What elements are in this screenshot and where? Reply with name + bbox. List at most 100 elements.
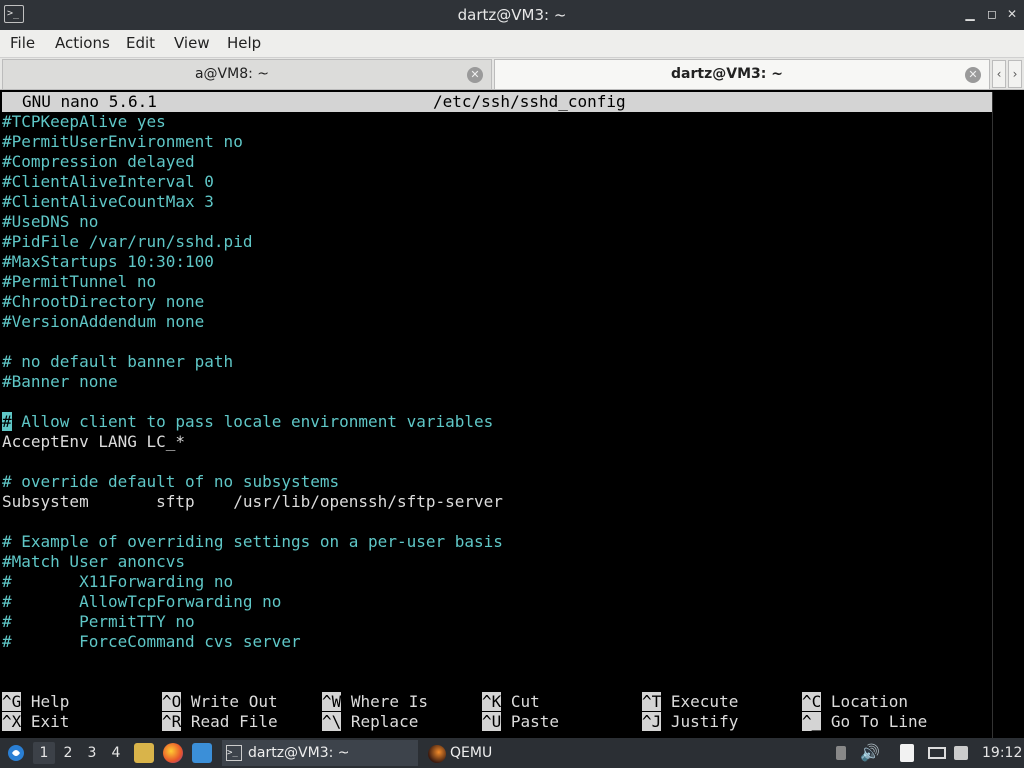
shortcut-label: Execute xyxy=(661,692,739,711)
shortcut-key: ^X xyxy=(2,712,22,731)
tabs-scroll-left-icon[interactable]: ‹ xyxy=(992,60,1006,88)
tab-label: a@VM8: ~ xyxy=(194,66,270,82)
shortcut-label: Location xyxy=(821,692,908,711)
qemu-icon xyxy=(428,745,446,763)
shortcut-item: ^\ Replace xyxy=(322,712,418,732)
editor-line[interactable]: #Match User anoncvs xyxy=(2,552,185,572)
editor-line[interactable]: # PermitTTY no xyxy=(2,612,195,632)
shortcut-item: ^T Execute xyxy=(642,692,738,712)
shortcut-label: Where Is xyxy=(341,692,428,711)
shortcut-key: ^_ xyxy=(802,712,822,731)
shortcut-label: Paste xyxy=(501,712,560,731)
display-icon[interactable] xyxy=(928,738,948,768)
nano-version: GNU nano 5.6.1 xyxy=(22,92,157,111)
window-titlebar: >_ dartz@VM3: ~ ▁ ◻ ✕ xyxy=(0,0,1024,30)
menu-view[interactable]: View xyxy=(174,30,210,58)
editor-line[interactable]: #UseDNS no xyxy=(2,212,98,232)
nano-filename: /etc/ssh/sshd_config xyxy=(433,92,626,111)
shortcut-key: ^T xyxy=(642,692,662,711)
task-qemu[interactable]: QEMU xyxy=(424,740,620,766)
editor-line[interactable]: # Allow client to pass locale environmen… xyxy=(2,412,493,432)
editor-line[interactable]: #Compression delayed xyxy=(2,152,195,172)
window-title: dartz@VM3: ~ xyxy=(457,6,567,24)
editor-line[interactable]: #VersionAddendum none xyxy=(2,312,204,332)
menu-edit[interactable]: Edit xyxy=(126,30,155,58)
editor-line[interactable]: # AllowTcpForwarding no xyxy=(2,592,281,612)
tab-label: dartz@VM3: ~ xyxy=(671,66,783,82)
workspace-3[interactable]: 3 xyxy=(81,742,103,764)
shortcut-item: ^_ Go To Line xyxy=(802,712,927,732)
clock: 19:12 xyxy=(982,745,1023,761)
file-manager-icon[interactable] xyxy=(134,743,154,763)
shortcut-label: Replace xyxy=(341,712,419,731)
editor-line[interactable]: # no default banner path xyxy=(2,352,233,372)
tab-dartz-vm3[interactable]: dartz@VM3: ~ ✕ xyxy=(494,59,990,89)
editor-line[interactable]: #PidFile /var/run/sshd.pid xyxy=(2,232,252,252)
editor-line[interactable]: #PermitUserEnvironment no xyxy=(2,132,243,152)
editor-line[interactable]: Subsystem sftp /usr/lib/openssh/sftp-ser… xyxy=(2,492,503,512)
editor-line-text: Allow client to pass locale environment … xyxy=(11,412,494,431)
menu-file[interactable]: File xyxy=(10,30,35,58)
editor-line[interactable]: #ChrootDirectory none xyxy=(2,292,204,312)
terminal-scrollbar[interactable] xyxy=(992,92,1024,738)
tab-a-vm8[interactable]: a@VM8: ~ ✕ xyxy=(2,59,492,89)
workspace-2[interactable]: 2 xyxy=(57,742,79,764)
firefox-icon[interactable] xyxy=(163,743,183,763)
menu-bar: File Actions Edit View Help xyxy=(0,30,1024,58)
start-menu-icon[interactable] xyxy=(6,738,28,768)
shortcut-label: Read File xyxy=(181,712,278,731)
shortcut-item: ^K Cut xyxy=(482,692,540,712)
shortcut-key: ^W xyxy=(322,692,342,711)
workspace-1[interactable]: 1 xyxy=(33,742,55,764)
tab-close-icon[interactable]: ✕ xyxy=(467,67,483,83)
shortcut-key: ^R xyxy=(162,712,182,731)
close-window-button[interactable]: ✕ xyxy=(1004,6,1020,22)
task-label: QEMU xyxy=(450,745,493,761)
terminal-area[interactable]: GNU nano 5.6.1 /etc/ssh/sshd_config #TCP… xyxy=(0,90,1024,738)
tray-sensor-icon[interactable] xyxy=(836,738,850,768)
shortcut-key: ^C xyxy=(802,692,822,711)
editor-line[interactable]: # X11Forwarding no xyxy=(2,572,233,592)
editor-line[interactable]: #MaxStartups 10:30:100 xyxy=(2,252,214,272)
shortcut-key: ^O xyxy=(162,692,182,711)
taskbar-panel: 1 2 3 4 >_ dartz@VM3: ~ QEMU 🔊 19:12 xyxy=(0,738,1024,768)
network-icon[interactable] xyxy=(954,738,970,768)
shortcut-label: Exit xyxy=(21,712,70,731)
minimize-button[interactable]: ▁ xyxy=(962,6,978,22)
editor-line[interactable]: # Example of overriding settings on a pe… xyxy=(2,532,503,552)
shortcut-key: ^\ xyxy=(322,712,342,731)
shortcut-item: ^O Write Out xyxy=(162,692,278,712)
shortcut-item: ^W Where Is xyxy=(322,692,428,712)
shortcut-key: ^K xyxy=(482,692,502,711)
workspace-4[interactable]: 4 xyxy=(105,742,127,764)
menu-help[interactable]: Help xyxy=(227,30,261,58)
desktop-icon[interactable] xyxy=(192,743,212,763)
shortcut-item: ^G Help xyxy=(2,692,69,712)
editor-line[interactable]: # ForceCommand cvs server xyxy=(2,632,301,652)
text-cursor: # xyxy=(2,412,12,431)
editor-line[interactable]: #ClientAliveInterval 0 xyxy=(2,172,214,192)
tab-bar: a@VM8: ~ ✕ dartz@VM3: ~ ✕ ‹ › xyxy=(0,58,1024,90)
editor-line[interactable]: # override default of no subsystems xyxy=(2,472,339,492)
tab-close-icon[interactable]: ✕ xyxy=(965,67,981,83)
tabs-scroll-right-icon[interactable]: › xyxy=(1008,60,1022,88)
shortcut-item: ^U Paste xyxy=(482,712,559,732)
shortcut-label: Justify xyxy=(661,712,739,731)
shortcut-key: ^J xyxy=(642,712,662,731)
shortcut-label: Cut xyxy=(501,692,540,711)
task-terminal[interactable]: >_ dartz@VM3: ~ xyxy=(222,740,418,766)
maximize-button[interactable]: ◻ xyxy=(984,6,1000,22)
menu-actions[interactable]: Actions xyxy=(55,30,110,58)
shortcut-item: ^R Read File xyxy=(162,712,278,732)
shortcut-label: Help xyxy=(21,692,70,711)
shortcut-key: ^U xyxy=(482,712,502,731)
editor-line[interactable]: #PermitTunnel no xyxy=(2,272,156,292)
shortcut-label: Go To Line xyxy=(821,712,928,731)
editor-line[interactable]: #TCPKeepAlive yes xyxy=(2,112,166,132)
editor-line[interactable]: #Banner none xyxy=(2,372,118,392)
shortcut-item: ^X Exit xyxy=(2,712,69,732)
volume-icon[interactable]: 🔊 xyxy=(860,738,880,768)
editor-line[interactable]: AcceptEnv LANG LC_* xyxy=(2,432,185,452)
clipboard-icon[interactable] xyxy=(900,738,918,768)
editor-line[interactable]: #ClientAliveCountMax 3 xyxy=(2,192,214,212)
